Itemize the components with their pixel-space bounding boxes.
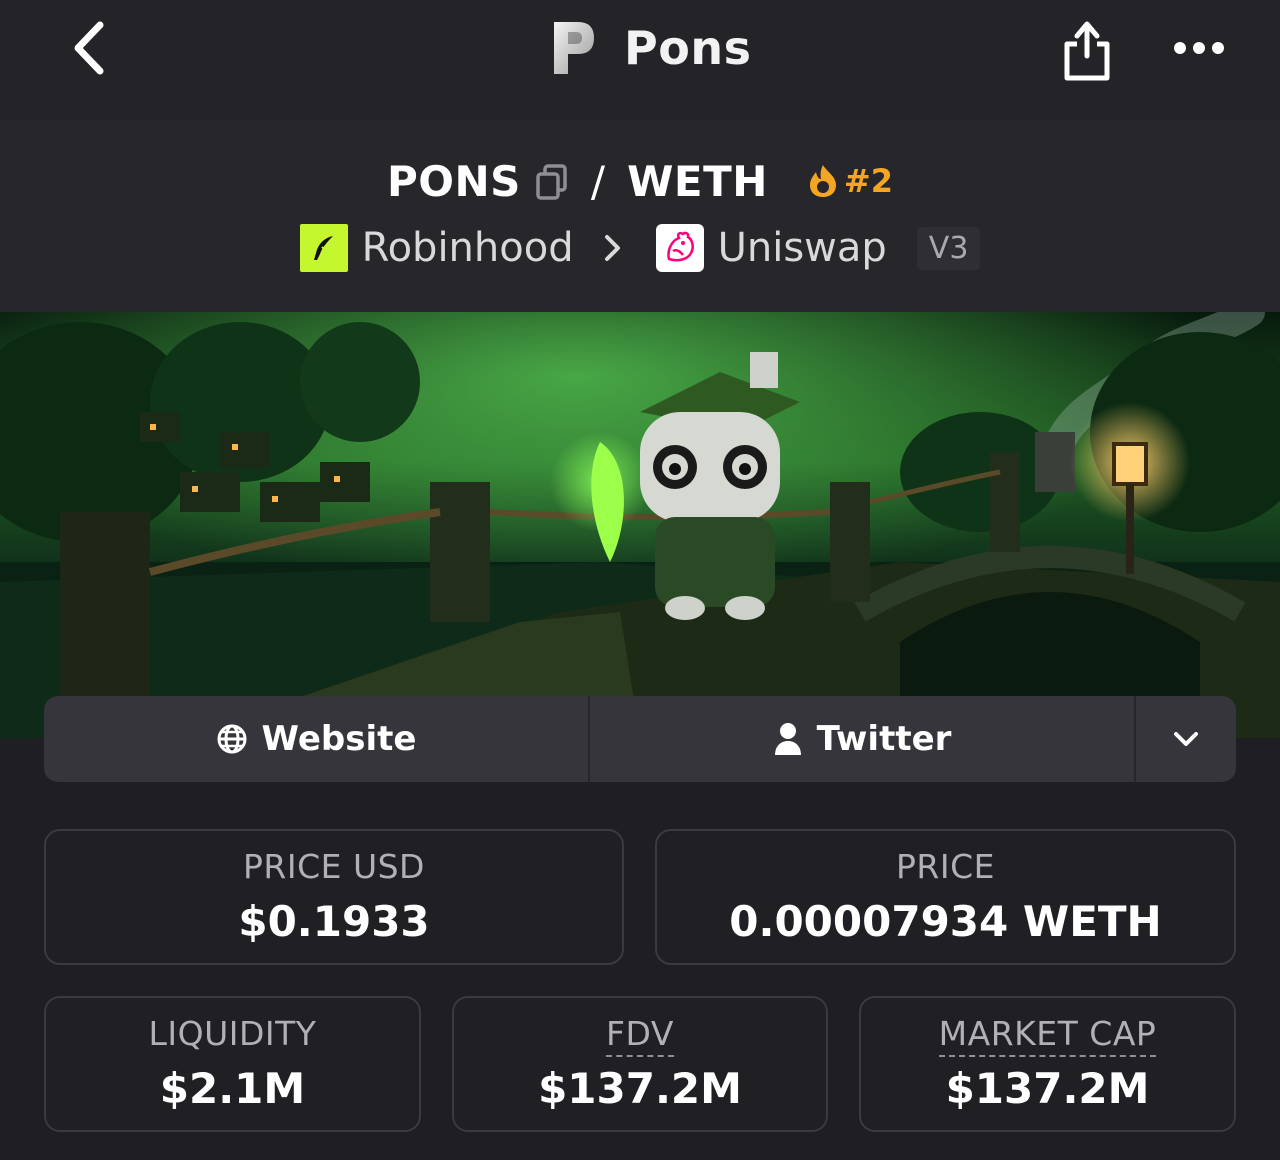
more-options-button[interactable] <box>1168 26 1230 70</box>
social-links-bar: Website Twitter <box>44 696 1236 782</box>
chain-name[interactable]: Robinhood <box>362 225 574 271</box>
price-label: PRICE <box>896 847 995 886</box>
copy-icon[interactable] <box>535 162 569 200</box>
pair-title-row: PONS / WETH #2 <box>0 152 1280 210</box>
pons-logo-icon <box>554 22 594 74</box>
page-header-title: Pons <box>548 16 751 80</box>
twitter-link-button[interactable]: Twitter <box>590 696 1136 782</box>
market-cap-label[interactable]: MARKET CAP <box>938 1014 1157 1057</box>
base-token-symbol: PONS <box>387 156 521 206</box>
chevron-left-icon <box>74 21 104 75</box>
trending-rank-badge[interactable]: #2 <box>806 162 893 200</box>
market-cap-value: $137.2M <box>945 1064 1150 1113</box>
flame-icon <box>809 165 836 197</box>
price-value: 0.00007934 WETH <box>729 897 1162 946</box>
uniswap-logo-icon <box>655 224 704 272</box>
fdv-label[interactable]: FDV <box>606 1014 674 1057</box>
fdv-value: $137.2M <box>538 1064 742 1113</box>
trending-rank: #2 <box>843 162 893 200</box>
app-title: Pons <box>624 21 752 75</box>
dex-version-badge: V3 <box>916 226 981 270</box>
share-button[interactable] <box>1058 14 1116 84</box>
back-button[interactable] <box>60 18 116 78</box>
chevron-down-icon <box>1174 732 1198 746</box>
pair-separator: / <box>590 156 606 206</box>
price-usd-value: $0.1933 <box>238 897 430 946</box>
quote-token-symbol: WETH <box>627 156 768 206</box>
globe-icon <box>217 724 247 754</box>
chain-dex-row: Robinhood Uniswap V3 <box>0 218 1280 278</box>
website-link-button[interactable]: Website <box>44 696 590 782</box>
price-usd-label: PRICE USD <box>243 847 425 886</box>
user-icon <box>774 723 801 755</box>
liquidity-card: LIQUIDITY $2.1M <box>44 996 421 1132</box>
price-usd-card: PRICE USD $0.1933 <box>44 829 624 965</box>
more-horizontal-icon <box>1174 42 1224 54</box>
dex-name[interactable]: Uniswap <box>718 225 887 271</box>
share-icon <box>1064 21 1110 81</box>
robinhood-logo-icon <box>299 224 348 272</box>
liquidity-label: LIQUIDITY <box>148 1014 317 1053</box>
liquidity-value: $2.1M <box>159 1064 306 1113</box>
top-nav-bar: Pons <box>0 0 1280 120</box>
chevron-right-icon <box>604 235 620 261</box>
fdv-card[interactable]: FDV $137.2M <box>452 996 828 1132</box>
website-label: Website <box>261 719 417 759</box>
market-cap-card[interactable]: MARKET CAP $137.2M <box>859 996 1236 1132</box>
twitter-label: Twitter <box>816 719 952 759</box>
price-card: PRICE 0.00007934 WETH <box>655 829 1236 965</box>
more-links-dropdown[interactable] <box>1136 696 1236 782</box>
pair-header <box>0 120 1280 312</box>
token-banner-image <box>0 312 1280 738</box>
